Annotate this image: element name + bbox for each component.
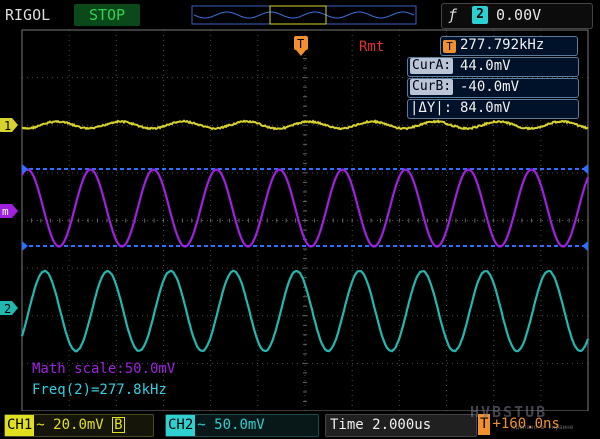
math-marker-label: m <box>2 205 9 218</box>
ch1-scale: ~ 20.0mV <box>36 417 104 433</box>
bandwidth-limit-icon: B <box>112 417 125 433</box>
ch2-scale: ~ 50.0mV <box>197 417 265 433</box>
timebase-status[interactable]: Time 2.000us <box>325 414 477 437</box>
ch1-status[interactable]: CH1 ~ 20.0mV B <box>4 414 154 437</box>
ch2-marker[interactable]: 2 <box>0 301 18 316</box>
memory-overview <box>191 5 417 25</box>
math-scale-text: Math scale:50.0mV <box>32 361 176 377</box>
ch2-marker-label: 2 <box>4 302 11 316</box>
rmt-label: Rmt <box>359 39 385 55</box>
ch2-chip: CH2 <box>166 415 196 436</box>
cursor-b-value: -40.0mV <box>460 79 520 95</box>
rising-edge-icon: ƒ <box>448 6 458 24</box>
freq-counter-icon: T <box>443 37 456 55</box>
trigger-channel-badge: 2 <box>472 6 488 24</box>
oscilloscope-screen: 1 m 2 T RIGOL STOP ƒ 2 0.00V Rmt T 277.7 <box>0 0 600 439</box>
ch2-status[interactable]: CH2 ~ 50.0mV <box>165 414 319 437</box>
cursor-b-label: CurB: <box>410 79 454 95</box>
delta-y-value: 84.0mV <box>460 100 511 116</box>
watermark-subtitle: Сделано в Украине <box>512 424 574 431</box>
math-frequency-text: Freq(2)=277.8kHz <box>32 382 167 398</box>
watermark-logo: HVBSTUB <box>470 403 548 421</box>
frequency-counter-value: 277.792kHz <box>460 37 545 53</box>
run-stop-status[interactable]: STOP <box>74 4 140 26</box>
ch1-marker[interactable]: 1 <box>0 118 18 133</box>
trigger-level: 0.00V <box>496 6 542 24</box>
ch1-chip: CH1 <box>5 415 35 436</box>
cursor-a-value: 44.0mV <box>460 58 511 74</box>
math-marker[interactable]: m <box>0 204 18 218</box>
trigger-marker-label: T <box>297 37 304 51</box>
brand-logo: RIGOL <box>5 6 51 24</box>
timebase-value: Time 2.000us <box>330 417 432 433</box>
cursor-a-label: CurA: <box>410 58 454 74</box>
delta-y-label: |ΔY|: <box>410 100 453 116</box>
ch1-marker-label: 1 <box>4 119 11 133</box>
